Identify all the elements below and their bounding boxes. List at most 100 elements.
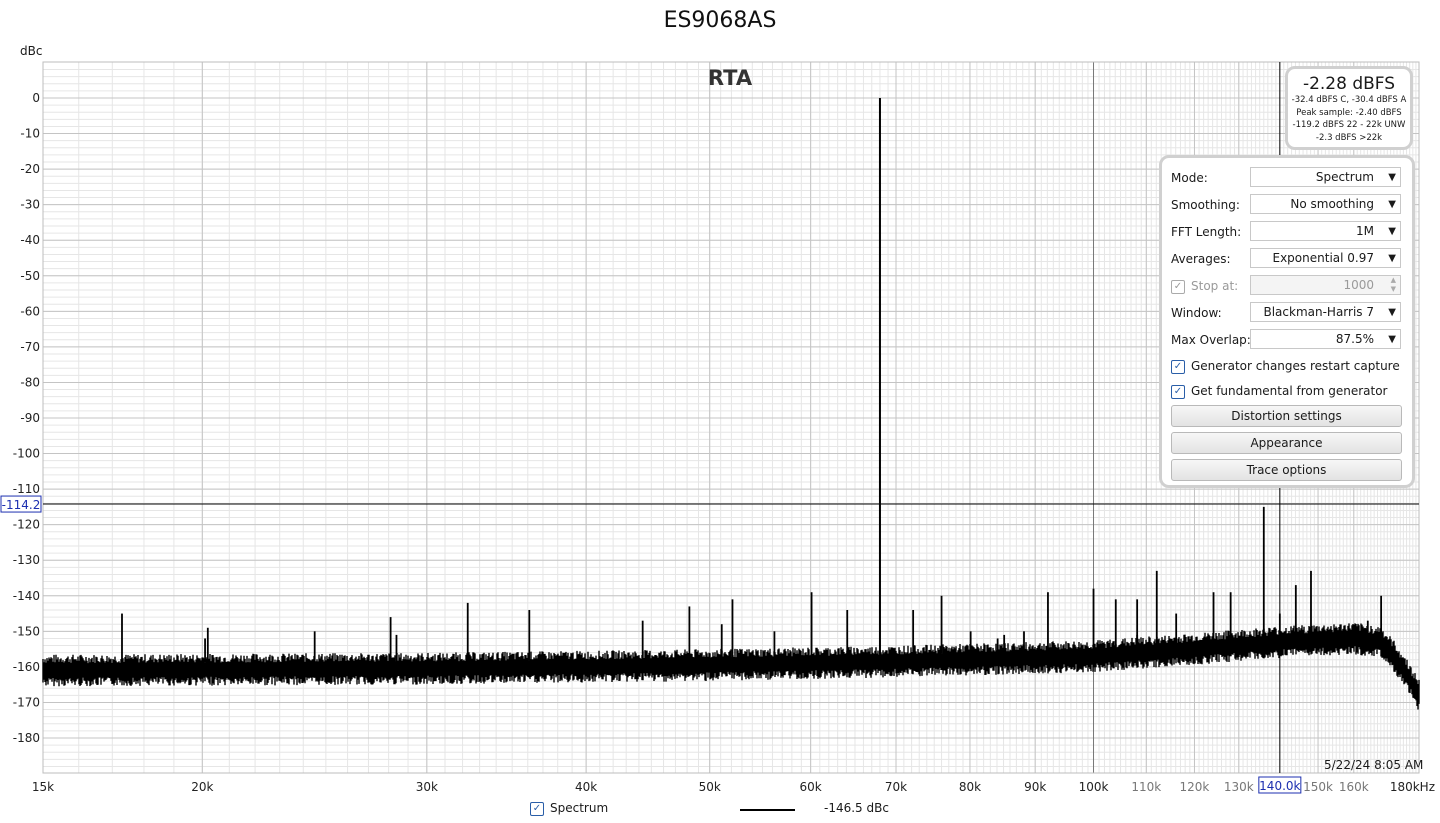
gen-restart-label: Generator changes restart capture (1191, 359, 1400, 373)
mode-value: Spectrum (1315, 170, 1374, 184)
legend-spectrum-label: Spectrum (550, 801, 609, 815)
overlap-label: Max Overlap: (1171, 333, 1251, 347)
x-tick-label: 40k (575, 780, 597, 794)
y-tick-label: -30 (20, 198, 40, 212)
stop-at-value: 1000 (1343, 278, 1374, 292)
gen-restart-option[interactable]: ✓ Generator changes restart capture (1171, 359, 1400, 374)
spinner-arrows-icon[interactable]: ▲ ▼ (1391, 276, 1396, 294)
chevron-down-icon: ▼ (1388, 226, 1396, 237)
x-tick-label: 50k (699, 780, 721, 794)
y-tick-label: -20 (20, 162, 40, 176)
smoothing-row: Smoothing: No smoothing ▼ (1171, 194, 1403, 216)
chevron-down-icon: ▼ (1388, 199, 1396, 210)
y-tick-label: -180 (13, 731, 40, 745)
y-tick-label: 0 (32, 91, 40, 105)
mode-label: Mode: (1171, 171, 1208, 185)
x-tick-label: 70k (885, 780, 907, 794)
window-value: Blackman-Harris 7 (1263, 305, 1374, 319)
trace-options-button[interactable]: Trace options (1171, 459, 1402, 481)
x-tick-label: 90k (1024, 780, 1046, 794)
y-tick-label: -60 (20, 304, 40, 318)
x-tick-label: 80k (959, 780, 981, 794)
overlap-row: Max Overlap: 87.5% ▼ (1171, 329, 1403, 351)
x-tick-label: 130k (1224, 780, 1254, 794)
overlap-dropdown[interactable]: 87.5% ▼ (1250, 329, 1401, 349)
gen-restart-row[interactable]: ✓ Generator changes restart capture (1171, 355, 1403, 377)
gen-fund-row[interactable]: ✓ Get fundamental from generator (1171, 380, 1403, 402)
y-tick-label: -140 (13, 589, 40, 603)
appearance-button[interactable]: Appearance (1171, 432, 1402, 454)
legend-spectrum-checkbox[interactable]: ✓ (530, 801, 544, 816)
graph-label: RTA (708, 66, 753, 90)
cursor-x-readout: 140.0k (1259, 779, 1300, 793)
fft-value: 1M (1356, 224, 1374, 238)
gen-fund-option[interactable]: ✓ Get fundamental from generator (1171, 384, 1388, 399)
cursor-y-readout: -114.2 (2, 498, 41, 512)
unweighted-level: -119.2 dBFS 22 - 22k UNW (1292, 120, 1406, 130)
x-tick-label: 60k (800, 780, 822, 794)
x-tick-label: 15k (32, 780, 54, 794)
chevron-down-icon: ▼ (1388, 307, 1396, 318)
x-tick-label: 150k (1303, 780, 1333, 794)
gen-restart-checkbox[interactable]: ✓ (1171, 359, 1185, 374)
gen-fund-checkbox[interactable]: ✓ (1171, 384, 1185, 399)
x-tick-label: 180kHz (1390, 780, 1435, 794)
fft-row: FFT Length: 1M ▼ (1171, 221, 1403, 243)
y-tick-label: -70 (20, 340, 40, 354)
x-tick-label: 30k (416, 780, 438, 794)
rta-controls-panel: Mode: Spectrum ▼ Smoothing: No smoothing ▼… (1159, 155, 1415, 488)
overlap-value: 87.5% (1335, 332, 1374, 346)
averages-dropdown[interactable]: Exponential 0.97 ▼ (1250, 248, 1401, 268)
averages-label: Averages: (1171, 252, 1231, 266)
window-label: Window: (1171, 306, 1222, 320)
averages-row: Averages: Exponential 0.97 ▼ (1171, 248, 1403, 270)
x-tick-label: 160k (1339, 780, 1369, 794)
above-level: -2.3 dBFS >22k (1315, 132, 1383, 143)
mode-row: Mode: Spectrum ▼ (1171, 167, 1403, 189)
y-tick-label: -90 (20, 411, 40, 425)
weighted-level: -32.4 dBFS C, -30.4 dBFS A (1291, 95, 1407, 105)
y-tick-label: -110 (13, 482, 40, 496)
stop-at-label: ✓ Stop at: (1171, 279, 1238, 294)
timestamp: 5/22/24 8:05 AM (1324, 758, 1424, 772)
stop-at-row: ✓ Stop at: 1000 ▲ ▼ (1171, 275, 1403, 297)
fft-label: FFT Length: (1171, 225, 1242, 239)
fft-length-dropdown[interactable]: 1M ▼ (1250, 221, 1401, 241)
level-readout: -2.28 dBFS -32.4 dBFS C, -30.4 dBFS A Pe… (1285, 66, 1413, 150)
smoothing-label: Smoothing: (1171, 198, 1240, 212)
level-value: -2.28 dBFS (1302, 74, 1396, 94)
y-tick-label: -160 (13, 660, 40, 674)
y-tick-label: -50 (20, 269, 40, 283)
legend-cursor-value: -146.5 dBc (824, 801, 889, 815)
smoothing-dropdown[interactable]: No smoothing ▼ (1250, 194, 1401, 214)
gen-fund-label: Get fundamental from generator (1191, 384, 1388, 398)
x-tick-label: 120k (1180, 780, 1210, 794)
window-row: Window: Blackman-Harris 7 ▼ (1171, 302, 1403, 324)
chevron-down-icon: ▼ (1388, 172, 1396, 183)
stop-at-checkbox[interactable]: ✓ (1171, 279, 1185, 294)
smoothing-value: No smoothing (1290, 197, 1374, 211)
chevron-down-icon: ▼ (1388, 253, 1396, 264)
x-tick-labels: 15k 20k 30k 40k 50k 60k 70k 80k 90k 100k 110k 120k 1… (32, 780, 1435, 794)
legend-line-swatch (740, 809, 795, 811)
x-tick-label: 100k (1079, 780, 1109, 794)
chevron-down-icon: ▼ (1388, 334, 1396, 345)
peak-sample: Peak sample: -2.40 dBFS (1296, 107, 1402, 118)
stop-at-text: Stop at: (1191, 279, 1239, 293)
mode-dropdown[interactable]: Spectrum ▼ (1250, 167, 1401, 187)
y-tick-label: -150 (13, 624, 40, 638)
stop-at-spinbox[interactable]: 1000 ▲ ▼ (1250, 275, 1401, 295)
y-tick-label: -130 (13, 553, 40, 567)
x-tick-label: 110k (1131, 780, 1161, 794)
y-tick-label: -120 (13, 518, 40, 532)
y-tick-label: -40 (20, 233, 40, 247)
x-tick-label: 20k (191, 780, 213, 794)
y-tick-label: -80 (20, 375, 40, 389)
y-tick-labels: 0 -10 -20 -30 -40 -50 -60 -70 -80 -90 -100 -110 -120… (13, 91, 40, 745)
y-tick-label: -100 (13, 447, 40, 461)
averages-value: Exponential 0.97 (1272, 251, 1375, 265)
legend-spectrum[interactable]: ✓ Spectrum (530, 801, 608, 816)
distortion-settings-button[interactable]: Distortion settings (1171, 405, 1402, 427)
window-dropdown[interactable]: Blackman-Harris 7 ▼ (1250, 302, 1401, 322)
y-tick-label: -170 (13, 695, 40, 709)
